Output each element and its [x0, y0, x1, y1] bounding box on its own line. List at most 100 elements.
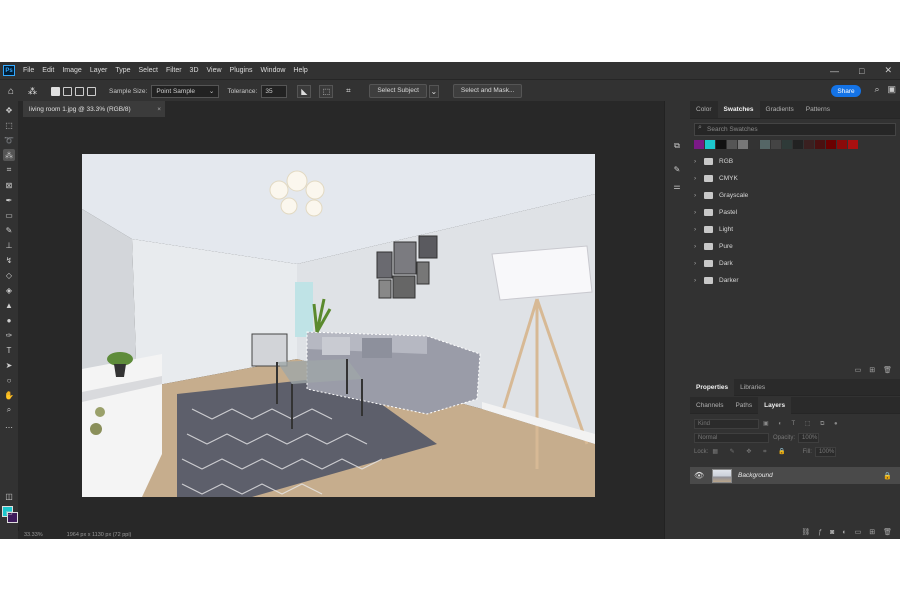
- delete-layer-icon[interactable]: 🗑: [883, 528, 892, 536]
- chevron-right-icon[interactable]: ›: [694, 277, 702, 284]
- delete-icon[interactable]: 🗑: [883, 366, 892, 374]
- menu-view[interactable]: View: [203, 67, 226, 74]
- subtract-selection-icon[interactable]: [75, 86, 85, 96]
- color-swatch[interactable]: [804, 140, 814, 149]
- color-swatch[interactable]: [793, 140, 803, 149]
- color-swatch[interactable]: [826, 140, 836, 149]
- layer-row-background[interactable]: 👁 Background 🔒: [690, 467, 900, 484]
- canvas-area[interactable]: [18, 117, 664, 527]
- tab-properties[interactable]: Properties: [690, 378, 735, 396]
- document-tab[interactable]: living room 1.jpg @ 33.3% (RGB/8) ×: [23, 101, 165, 117]
- new-group-icon[interactable]: ▭: [855, 366, 862, 374]
- menu-help[interactable]: Help: [289, 67, 311, 74]
- tab-layers[interactable]: Layers: [758, 396, 792, 414]
- swatch-group-darker[interactable]: › Darker: [690, 272, 900, 289]
- frame-tool-icon[interactable]: ⊠: [3, 179, 15, 191]
- eraser-tool-icon[interactable]: ◇: [3, 269, 15, 281]
- visibility-eye-icon[interactable]: 👁: [694, 471, 706, 480]
- color-swatch[interactable]: [705, 140, 715, 149]
- type-tool-icon[interactable]: T: [3, 344, 15, 356]
- color-swatch[interactable]: [815, 140, 825, 149]
- menu-select[interactable]: Select: [135, 67, 162, 74]
- chevron-right-icon[interactable]: ›: [694, 226, 702, 233]
- hand-tool-icon[interactable]: ✋: [3, 389, 15, 401]
- menu-plugins[interactable]: Plugins: [226, 67, 257, 74]
- blend-mode-dropdown[interactable]: Normal: [694, 433, 769, 443]
- color-swatch[interactable]: [760, 140, 770, 149]
- swatch-group-grayscale[interactable]: › Grayscale: [690, 187, 900, 204]
- fx-icon[interactable]: ƒ: [818, 529, 822, 536]
- swatch-group-rgb[interactable]: › RGB: [690, 153, 900, 170]
- screen-mode-icon[interactable]: ▭: [3, 506, 15, 518]
- workspace-icon[interactable]: ▣: [887, 84, 896, 95]
- menu-image[interactable]: Image: [58, 67, 85, 74]
- select-and-mask-button[interactable]: Select and Mask...: [452, 84, 523, 98]
- swatch-group-dark[interactable]: › Dark: [690, 255, 900, 272]
- color-swatch[interactable]: [716, 140, 726, 149]
- magic-wand-tool-icon[interactable]: ⁂: [3, 149, 15, 161]
- eyedropper-tool-icon[interactable]: ✒: [3, 194, 15, 206]
- filter-icons[interactable]: ▣ ◐ T ⬚ ⧉ ●: [763, 420, 842, 428]
- tab-paths[interactable]: Paths: [729, 397, 758, 414]
- anti-alias-icon[interactable]: ◣: [297, 84, 312, 98]
- tab-gradients[interactable]: Gradients: [760, 101, 800, 118]
- adjustment-layer-icon[interactable]: ◐: [842, 529, 846, 536]
- color-swatch[interactable]: [749, 140, 759, 149]
- intersect-selection-icon[interactable]: [87, 86, 97, 96]
- tab-channels[interactable]: Channels: [690, 397, 729, 414]
- pen-tool-icon[interactable]: ✑: [3, 329, 15, 341]
- sample-size-dropdown[interactable]: Point Sample ⌄: [151, 84, 220, 98]
- link-layers-icon[interactable]: ⛓: [801, 528, 810, 536]
- close-button[interactable]: ✕: [884, 65, 892, 76]
- brush-settings-icon[interactable]: ✎: [671, 163, 683, 175]
- stamp-tool-icon[interactable]: ⊥: [3, 239, 15, 251]
- tab-color[interactable]: Color: [690, 101, 718, 118]
- color-swatch[interactable]: [771, 140, 781, 149]
- minimize-button[interactable]: —: [830, 66, 839, 76]
- crop-tool-icon[interactable]: ⌗: [3, 164, 15, 176]
- chevron-right-icon[interactable]: ›: [694, 209, 702, 216]
- lock-icons[interactable]: ▦ ✎ ✥ ⌗ 🔒: [712, 448, 790, 456]
- share-button[interactable]: Share: [831, 85, 861, 97]
- path-selection-icon[interactable]: ➤: [3, 359, 15, 371]
- adjustments-icon[interactable]: ⚌: [671, 180, 683, 192]
- tab-swatches[interactable]: Swatches: [717, 101, 760, 118]
- contiguous-icon[interactable]: ⬚: [319, 84, 334, 98]
- search-icon[interactable]: ⌕: [874, 84, 879, 95]
- group-icon[interactable]: ▭: [855, 528, 862, 536]
- chevron-right-icon[interactable]: ›: [694, 260, 702, 267]
- marquee-tool-icon[interactable]: ⬚: [3, 119, 15, 131]
- color-swatch[interactable]: [738, 140, 748, 149]
- new-layer-icon[interactable]: ⊞: [869, 528, 875, 536]
- search-swatches-input[interactable]: ⌕ Search Swatches: [694, 123, 896, 136]
- chevron-right-icon[interactable]: ›: [694, 158, 702, 165]
- quick-mask-icon[interactable]: ◫: [3, 490, 15, 502]
- new-selection-icon[interactable]: [51, 86, 61, 96]
- swatch-group-cmyk[interactable]: › CMYK: [690, 170, 900, 187]
- history-panel-icon[interactable]: ⧉: [671, 140, 683, 152]
- menu-file[interactable]: File: [19, 67, 38, 74]
- menu-3d[interactable]: 3D: [186, 67, 203, 74]
- swatch-group-pastel[interactable]: › Pastel: [690, 204, 900, 221]
- zoom-level[interactable]: 33.33%: [24, 532, 43, 538]
- color-swatch[interactable]: [694, 140, 704, 149]
- blur-tool-icon[interactable]: ▲: [3, 299, 15, 311]
- menu-filter[interactable]: Filter: [162, 67, 186, 74]
- add-selection-icon[interactable]: [63, 86, 73, 96]
- menu-window[interactable]: Window: [257, 67, 290, 74]
- color-swatch[interactable]: [782, 140, 792, 149]
- maximize-button[interactable]: □: [859, 66, 864, 76]
- tab-patterns[interactable]: Patterns: [800, 101, 836, 118]
- select-subject-button[interactable]: Select Subject: [369, 84, 427, 98]
- lasso-tool-icon[interactable]: ➰: [3, 134, 15, 146]
- ellipse-tool-icon[interactable]: ○: [3, 374, 15, 386]
- dodge-tool-icon[interactable]: ●: [3, 314, 15, 326]
- menu-edit[interactable]: Edit: [38, 67, 58, 74]
- swatch-group-light[interactable]: › Light: [690, 221, 900, 238]
- swatch-group-pure[interactable]: › Pure: [690, 238, 900, 255]
- chevron-right-icon[interactable]: ›: [694, 243, 702, 250]
- move-tool-icon[interactable]: ✥: [3, 104, 15, 116]
- menu-layer[interactable]: Layer: [86, 67, 112, 74]
- healing-tool-icon[interactable]: ▭: [3, 209, 15, 221]
- tolerance-input[interactable]: 35: [261, 84, 288, 98]
